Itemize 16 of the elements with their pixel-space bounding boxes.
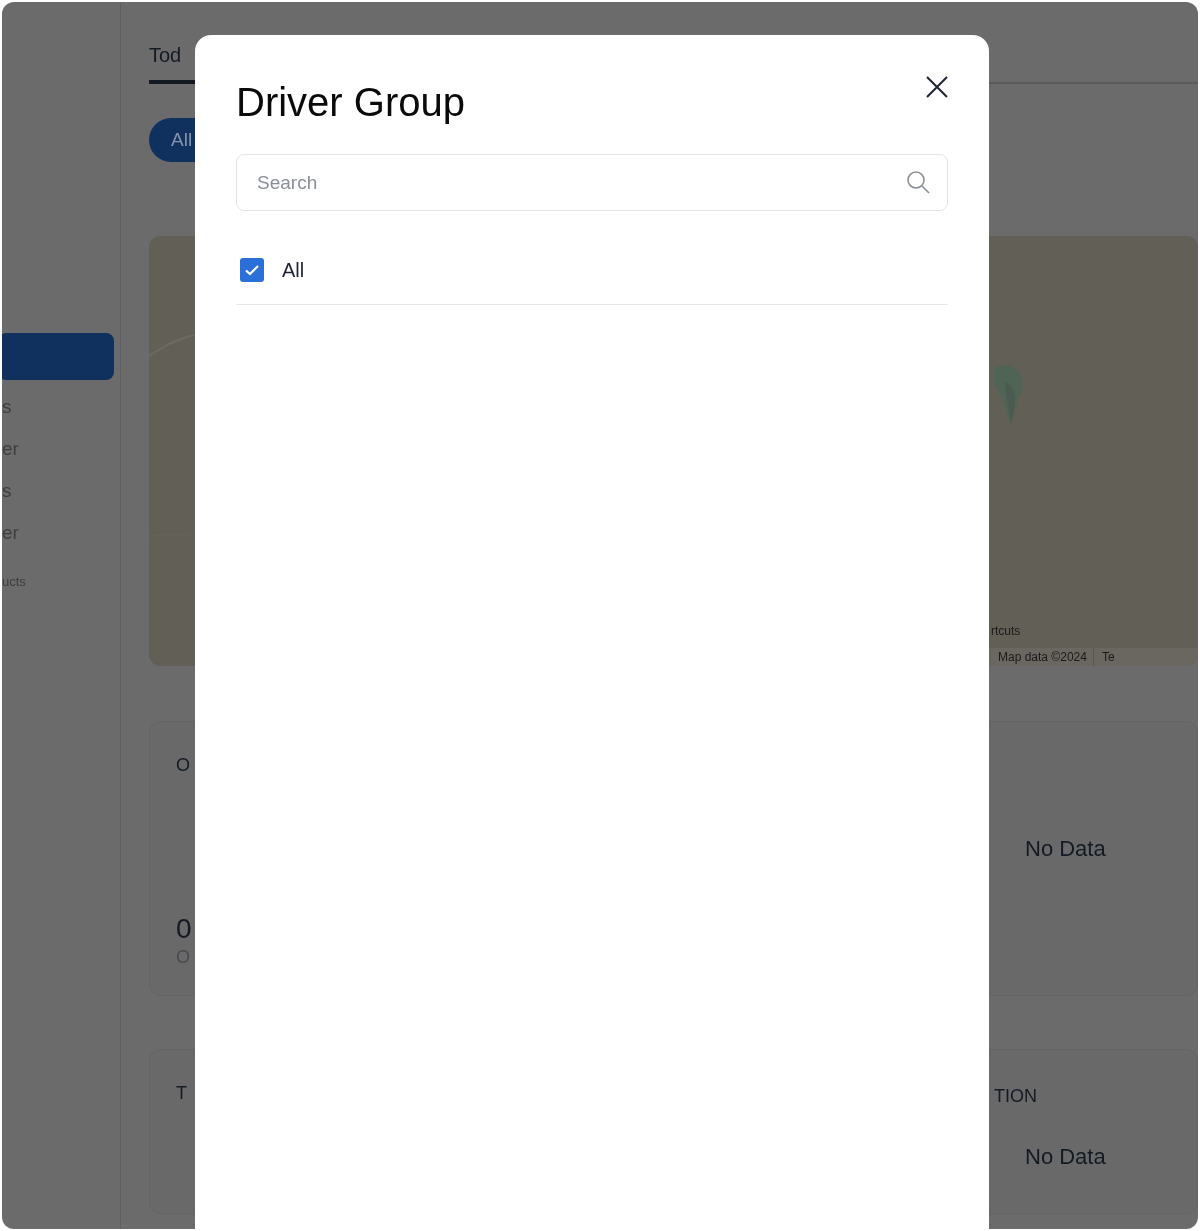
option-label[interactable]: All xyxy=(282,255,305,285)
search-field[interactable]: Search xyxy=(236,154,948,211)
card-title: T xyxy=(176,1082,187,1105)
checkmark-icon xyxy=(244,262,260,278)
dialog-title: Driver Group xyxy=(236,79,465,126)
card-title: TION xyxy=(994,1085,1037,1108)
checkbox[interactable] xyxy=(240,258,264,282)
card-title: O xyxy=(176,754,190,777)
empty-message: No Data xyxy=(1025,1143,1106,1171)
terms-link[interactable]: Te xyxy=(1101,648,1115,666)
search-icon xyxy=(906,170,930,194)
shortcuts-link[interactable]: rtcuts xyxy=(991,622,1021,640)
filter-chip[interactable]: All xyxy=(149,118,196,162)
map-attribution: Map data ©2024 xyxy=(998,648,1094,666)
card-value: 0 xyxy=(176,912,192,946)
empty-message: No Data xyxy=(1025,835,1106,863)
